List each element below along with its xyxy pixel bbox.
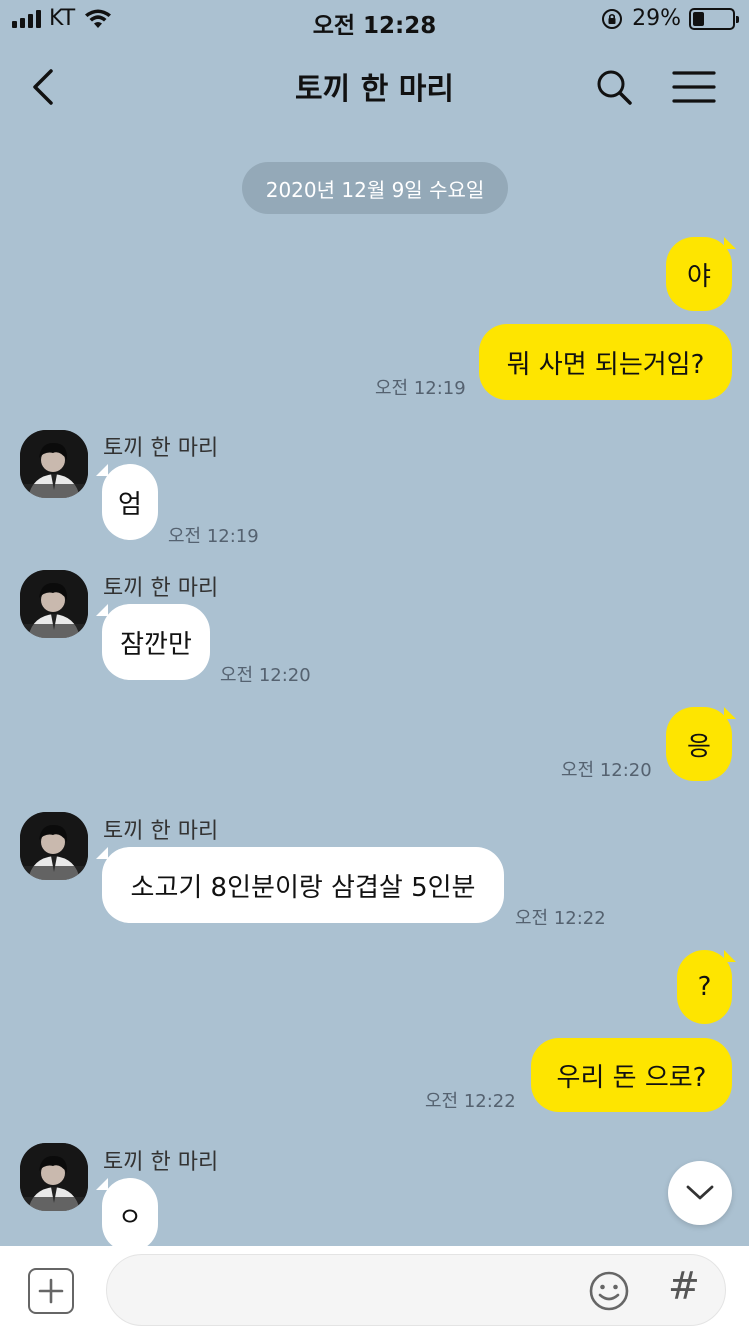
message-text: 우리 돈 으로? bbox=[556, 1062, 707, 1093]
avatar[interactable] bbox=[20, 1143, 88, 1211]
status-bar: KT 오전 12:28 29% bbox=[0, 0, 749, 42]
message-timestamp: 오전 12:20 bbox=[220, 665, 311, 686]
sender-name: 토끼 한 마리 bbox=[103, 436, 219, 461]
bubble-tail bbox=[96, 1178, 108, 1190]
hamburger-menu-icon bbox=[672, 71, 716, 103]
bubble-tail bbox=[96, 847, 108, 859]
avatar[interactable] bbox=[20, 430, 88, 498]
bubble-tail bbox=[724, 237, 736, 249]
battery-percent: 29% bbox=[632, 6, 681, 31]
message-timestamp: 오전 12:22 bbox=[425, 1091, 516, 1112]
hashtag-button[interactable]: # bbox=[668, 1264, 700, 1308]
their-message-bubble[interactable]: 잠깐만 bbox=[102, 604, 210, 680]
chat-header: 토끼 한 마리 bbox=[0, 42, 749, 130]
search-button[interactable] bbox=[589, 62, 639, 112]
their-message-bubble[interactable]: 엄 bbox=[102, 464, 158, 540]
message-timestamp: 오전 12:20 bbox=[561, 760, 652, 781]
their-message-bubble[interactable]: 소고기 8인분이랑 삼겹살 5인분 bbox=[102, 847, 504, 923]
profile-photo bbox=[20, 570, 88, 638]
date-divider: 2020년 12월 9일 수요일 bbox=[242, 162, 508, 214]
plus-icon bbox=[38, 1278, 64, 1304]
scroll-to-bottom-button[interactable] bbox=[668, 1161, 732, 1225]
menu-button[interactable] bbox=[669, 62, 719, 112]
sender-name: 토끼 한 마리 bbox=[103, 1150, 219, 1175]
avatar[interactable] bbox=[20, 570, 88, 638]
message-input[interactable] bbox=[106, 1254, 726, 1326]
my-message-bubble[interactable]: 응 bbox=[666, 707, 732, 781]
chevron-down-icon bbox=[686, 1185, 714, 1200]
profile-photo bbox=[20, 430, 88, 498]
my-message-bubble[interactable]: 뭐 사면 되는거임? bbox=[479, 324, 732, 400]
message-input-bar: # bbox=[0, 1246, 749, 1334]
rotation-lock-icon bbox=[602, 8, 623, 29]
emoji-button[interactable] bbox=[588, 1270, 630, 1312]
battery-icon bbox=[689, 7, 739, 30]
message-text: 소고기 8인분이랑 삼겹살 5인분 bbox=[130, 872, 476, 903]
bubble-tail bbox=[724, 707, 736, 719]
my-message-bubble[interactable]: 야 bbox=[666, 237, 732, 311]
their-message-bubble[interactable]: ㅇ bbox=[102, 1178, 158, 1252]
profile-photo bbox=[20, 812, 88, 880]
sender-name: 토끼 한 마리 bbox=[103, 576, 219, 601]
search-icon bbox=[597, 70, 632, 105]
sender-name: 토끼 한 마리 bbox=[103, 819, 219, 844]
message-text: 엄 bbox=[118, 489, 142, 520]
bubble-tail bbox=[96, 464, 108, 476]
message-text: 응 bbox=[687, 731, 711, 762]
bubble-tail bbox=[96, 604, 108, 616]
message-text: 잠깐만 bbox=[120, 629, 192, 660]
message-timestamp: 오전 12:19 bbox=[375, 378, 466, 399]
message-text: 야 bbox=[687, 261, 711, 292]
attach-button[interactable] bbox=[28, 1268, 74, 1314]
profile-photo bbox=[20, 1143, 88, 1211]
emoji-icon bbox=[589, 1271, 629, 1311]
message-text: ㅇ bbox=[118, 1202, 142, 1233]
avatar[interactable] bbox=[20, 812, 88, 880]
bubble-tail bbox=[724, 950, 736, 962]
message-timestamp: 오전 12:19 bbox=[168, 526, 259, 547]
message-text: 뭐 사면 되는거임? bbox=[506, 349, 705, 380]
my-message-bubble[interactable]: 우리 돈 으로? bbox=[531, 1038, 732, 1112]
message-timestamp: 오전 12:22 bbox=[515, 908, 606, 929]
message-text: ? bbox=[697, 972, 712, 1002]
